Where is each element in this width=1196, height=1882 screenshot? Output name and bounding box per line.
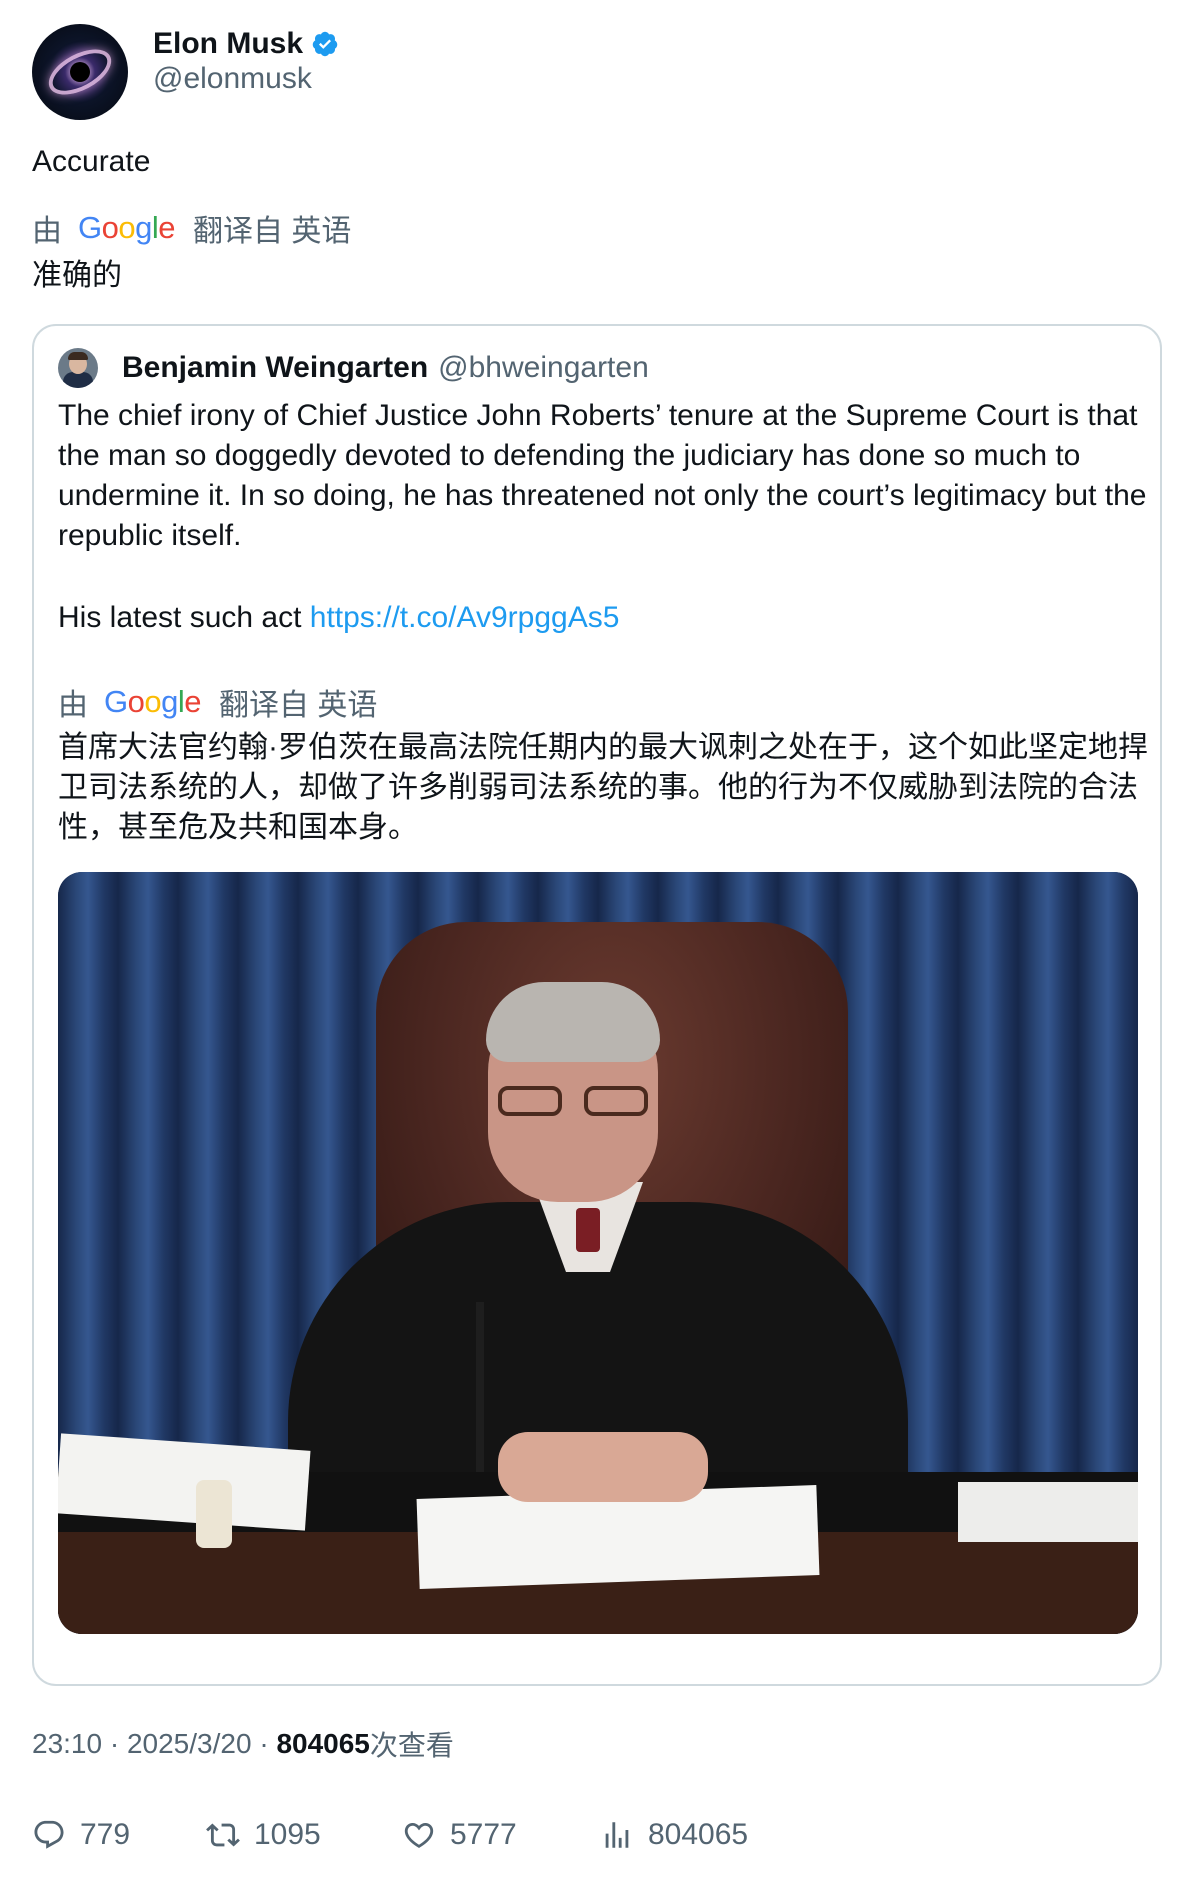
- reply-icon: [34, 1820, 64, 1849]
- tweet-date[interactable]: 2025/3/20: [127, 1728, 252, 1760]
- reply-button[interactable]: 779: [32, 1814, 130, 1856]
- person-hair: [486, 982, 660, 1062]
- quote-google-logo: Google: [104, 684, 202, 719]
- bar-chart-icon: [605, 1822, 629, 1848]
- quote-text: The chief irony of Chief Justice John Ro…: [58, 399, 1147, 552]
- bottle: [196, 1480, 232, 1548]
- quote-link-prefix: His latest such act: [58, 601, 310, 634]
- heart-icon: [404, 1822, 434, 1848]
- google-logo: Google: [78, 210, 176, 245]
- folded-hands: [498, 1432, 708, 1502]
- eyeglasses: [498, 1086, 648, 1120]
- tweet-meta: 23:10 · 2025/3/20 · 804065 次查看: [32, 1724, 454, 1764]
- author-handle[interactable]: @elonmusk: [153, 62, 312, 96]
- translated-text: 准确的: [32, 259, 122, 292]
- verified-badge-icon: [312, 31, 338, 57]
- tweet-time[interactable]: 23:10: [32, 1728, 102, 1760]
- translation-by-label: 由: [32, 215, 62, 248]
- retweet-count: 1095: [254, 1818, 321, 1851]
- views-action-count: 804065: [648, 1818, 749, 1851]
- quoted-tweet[interactable]: Benjamin Weingarten @bhweingarten The ch…: [32, 324, 1162, 1686]
- necktie: [576, 1208, 600, 1252]
- quote-author-name[interactable]: Benjamin Weingarten: [122, 351, 428, 385]
- quote-translation-by-label: 由: [58, 689, 88, 722]
- paper-right: [958, 1482, 1138, 1542]
- quote-translated-text: 首席大法官约翰·罗伯茨在最高法院任期内的最大讽刺之处在于，这个如此坚定地捍卫司法…: [58, 731, 1148, 844]
- views-label: 次查看: [369, 1730, 454, 1761]
- views-count: 804065: [276, 1728, 370, 1759]
- views-button[interactable]: 804065: [600, 1814, 748, 1856]
- retweet-icon: [206, 1823, 240, 1847]
- quote-link[interactable]: https://t.co/Av9rpggAs5: [310, 601, 620, 634]
- like-button[interactable]: 5777: [402, 1814, 517, 1856]
- meta-separator: ·: [251, 1728, 277, 1759]
- like-count: 5777: [450, 1818, 517, 1851]
- reply-count: 779: [80, 1818, 131, 1851]
- quote-header: Benjamin Weingarten @bhweingarten: [58, 348, 649, 388]
- author-name[interactable]: Elon Musk: [153, 27, 303, 61]
- tweet-text: Accurate: [32, 145, 151, 178]
- meta-separator: ·: [102, 1728, 127, 1759]
- avatar-core: [70, 62, 90, 82]
- quote-translation-attribution: 由 Google 翻译自 英语: [58, 682, 377, 722]
- quote-link-line: His latest such act https://t.co/Av9rpgg…: [58, 598, 619, 638]
- translation-from-label: 翻译自 英语: [193, 215, 352, 248]
- retweet-button[interactable]: 1095: [206, 1814, 321, 1856]
- quote-media-image[interactable]: [58, 872, 1138, 1634]
- paper-left: [58, 1433, 311, 1531]
- quote-author-handle[interactable]: @bhweingarten: [438, 351, 649, 385]
- translation-attribution: 由 Google 翻译自 英语: [32, 208, 351, 248]
- quote-translation-from-label: 翻译自 英语: [219, 689, 378, 722]
- author-name-row: Elon Musk: [153, 24, 339, 64]
- quote-avatar[interactable]: [58, 348, 98, 388]
- author-avatar[interactable]: [32, 24, 128, 120]
- tweet-header: Elon Musk @elonmusk: [32, 24, 1162, 120]
- action-bar: 779 1095 5777 804065: [32, 1814, 1162, 1856]
